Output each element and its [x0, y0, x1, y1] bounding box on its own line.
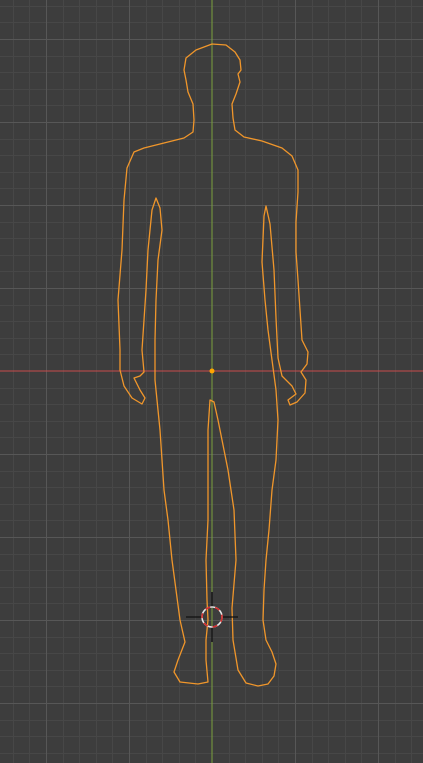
3d-viewport[interactable]	[0, 0, 423, 763]
object-origin-icon[interactable]	[209, 368, 215, 374]
viewport-canvas[interactable]	[0, 0, 423, 763]
